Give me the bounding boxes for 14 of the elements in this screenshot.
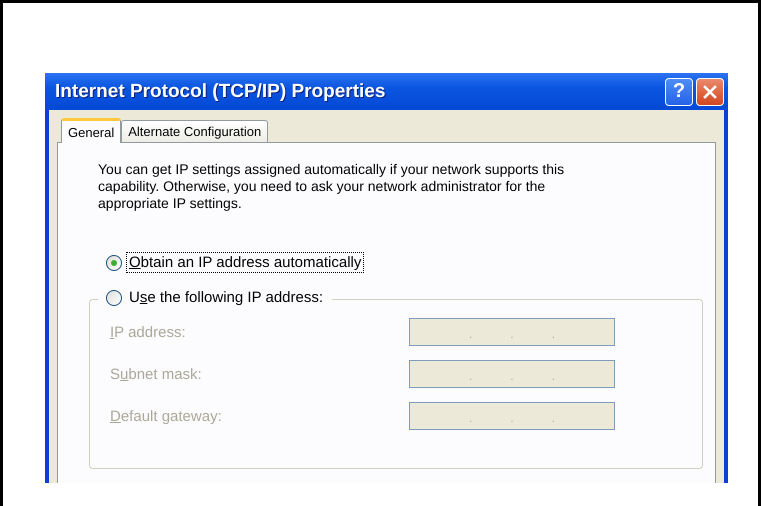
tab[interactable]: Alternate Configuration (121, 120, 268, 142)
window-title: Internet Protocol (TCP/IP) Properties (55, 80, 386, 102)
radio-label[interactable]: Use the following IP address: (126, 287, 326, 308)
tab[interactable]: General (61, 118, 122, 143)
radio-label[interactable]: Obtain an IP address automatically (126, 252, 364, 273)
field-label: IP address: (110, 324, 186, 340)
field-label: Default gateway: (110, 408, 222, 424)
radio-button[interactable] (106, 254, 122, 270)
close-button[interactable] (696, 78, 724, 106)
radio-button[interactable] (106, 290, 122, 306)
help-button[interactable]: ? (665, 78, 693, 106)
intro-text: You can get IP settings assigned automatically if your network supports this capability. Otherwise, you need to ask your network administrator for the appropriate IP settings. (98, 161, 566, 212)
close-icon (702, 84, 718, 100)
field-label: Subnet mask: (110, 366, 202, 382)
